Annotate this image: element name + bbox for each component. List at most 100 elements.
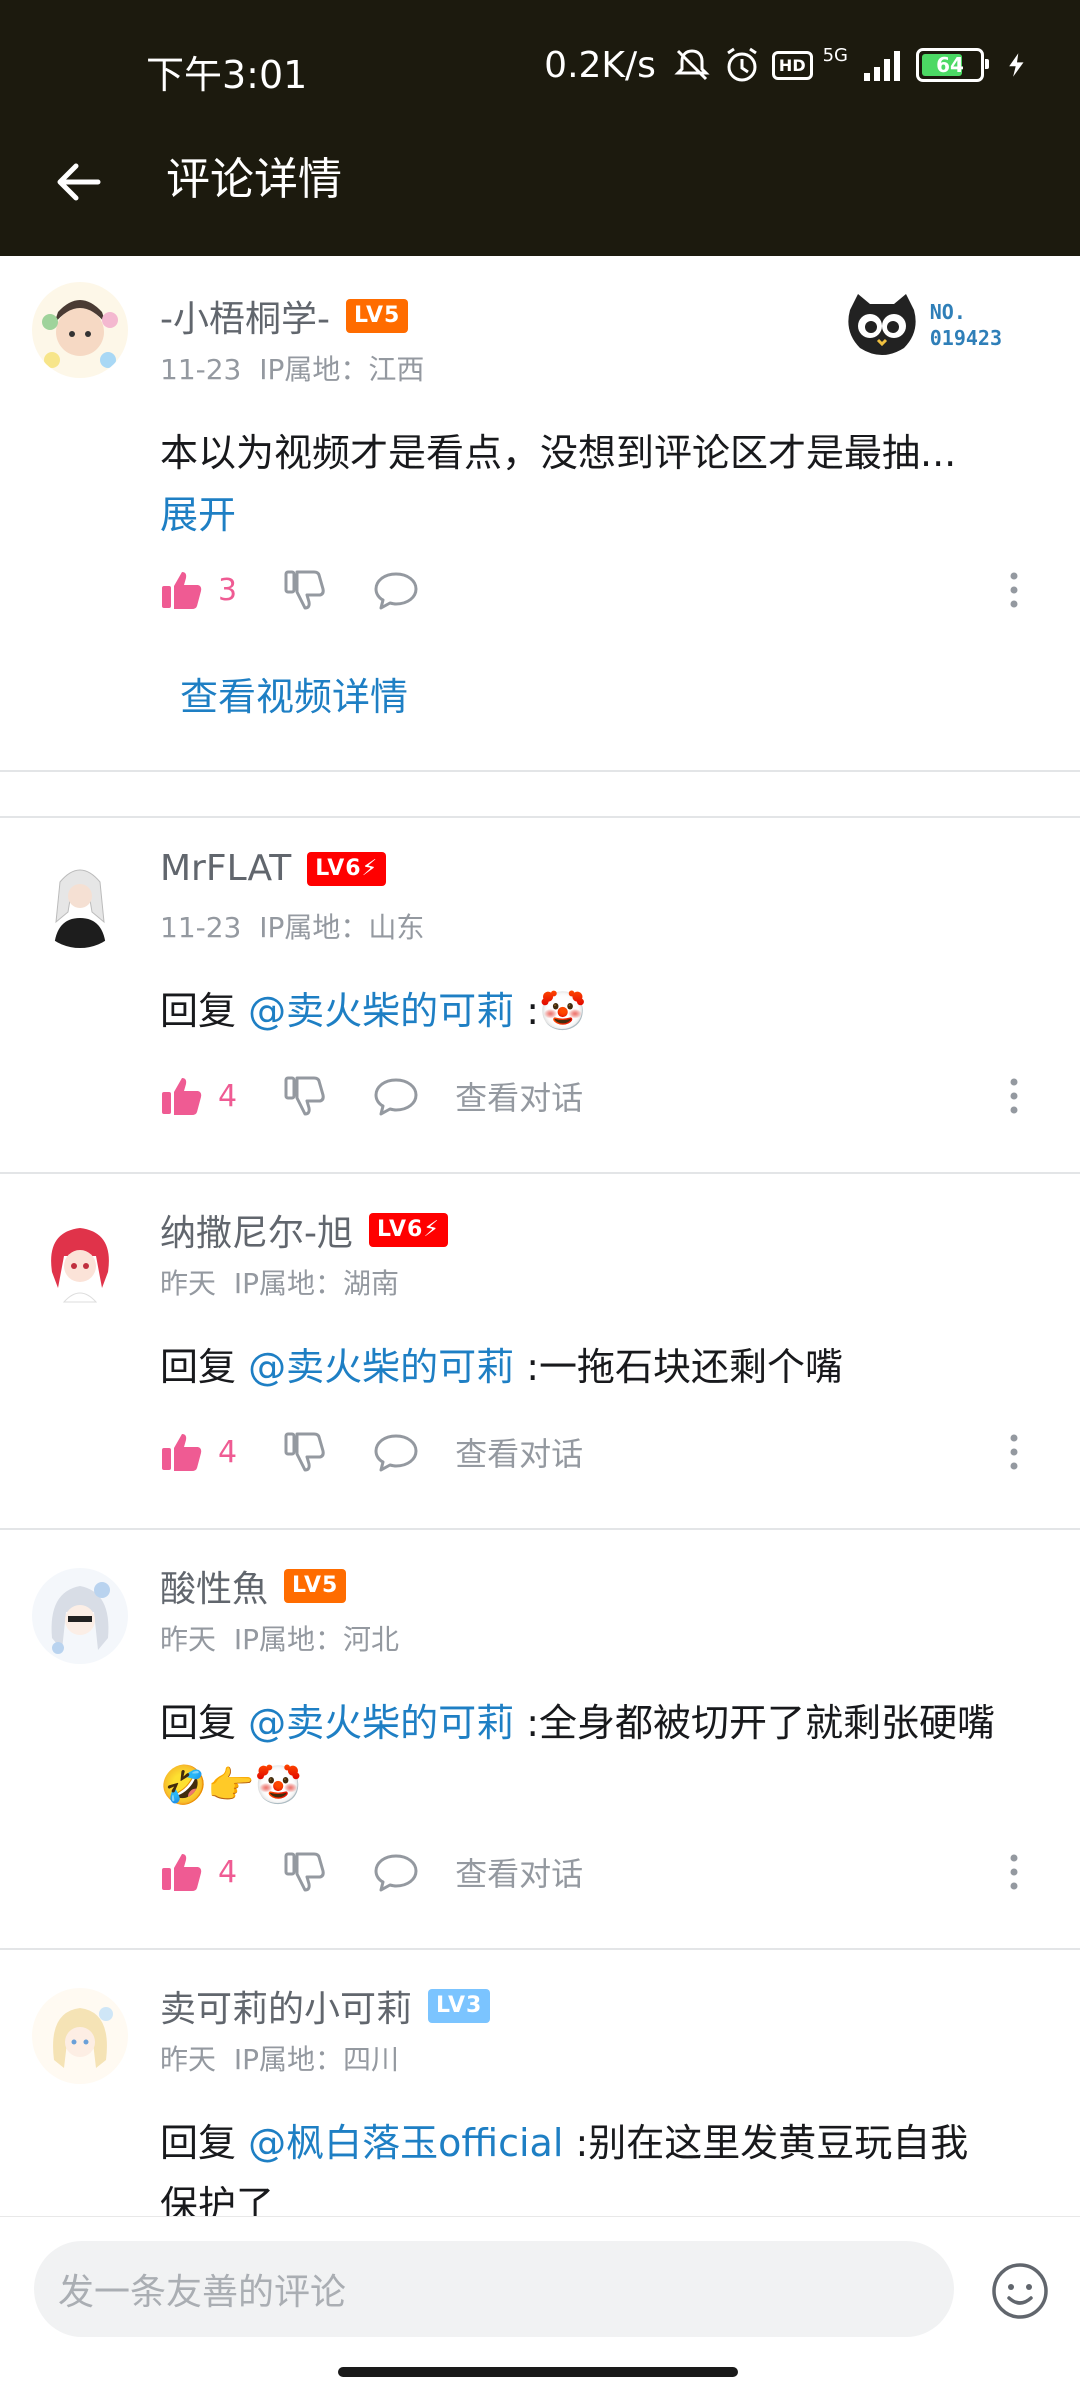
thumbs-up-icon [162, 1854, 202, 1891]
dislike-button[interactable] [283, 1430, 327, 1474]
reply-prefix: 回复 [160, 2121, 237, 2165]
thumbs-up-icon [162, 572, 202, 609]
home-indicator[interactable] [338, 2367, 738, 2377]
more-options-icon[interactable] [1004, 1076, 1024, 1116]
chat-bubble-icon [374, 1078, 418, 1116]
like-count: 4 [218, 1078, 238, 1114]
username[interactable]: 卖可莉的小可莉 [160, 1980, 412, 2032]
thumbs-down-icon [284, 1076, 325, 1116]
reply-prefix: 回复 [160, 989, 237, 1033]
view-conversation-link[interactable]: 查看对话 [455, 1849, 583, 1895]
thumbs-down-icon [284, 570, 325, 610]
comment-meta: 昨天 IP属地：四川 [160, 2038, 399, 2078]
reply-comment: 酸性魚 LV5 昨天 IP属地：河北 回复 @卖火柴的可莉 :全身都被切开了就剩… [0, 1530, 1080, 1950]
reply-button[interactable] [373, 568, 419, 612]
black-cat-badge-icon [848, 294, 916, 355]
dislike-button[interactable] [283, 1850, 327, 1894]
reply-button[interactable] [373, 1850, 419, 1894]
like-button[interactable]: 4 [160, 1850, 237, 1894]
mention-link[interactable]: @卖火柴的可莉 [248, 1701, 514, 1745]
chat-bubble-icon [374, 1854, 418, 1892]
username[interactable]: MrFLAT [160, 848, 291, 889]
comment-content: :🤡 [526, 989, 587, 1033]
comment-content: 本以为视频才是看点，没想到评论区才是最抽... [160, 431, 957, 475]
username[interactable]: -小梧桐学- [160, 290, 330, 342]
reply-comment: 卖可莉的小可莉 LV3 昨天 IP属地：四川 回复 @枫白落玉official … [0, 1950, 1080, 2216]
comment-content: :全身都被切开了就剩张硬嘴 [526, 1701, 996, 1745]
expand-link[interactable]: 展开 [160, 484, 1060, 546]
badge-number: NO. 019423 [929, 300, 1002, 350]
ip-location: IP属地：四川 [233, 2043, 399, 2076]
comment-input[interactable]: 发一条友善的评论 [34, 2241, 954, 2337]
dislike-button[interactable] [283, 568, 327, 612]
back-button[interactable] [46, 150, 110, 214]
reply-button[interactable] [373, 1430, 419, 1474]
mute-bell-icon [674, 49, 710, 81]
level-badge: LV5 [345, 299, 409, 333]
like-button[interactable]: 4 [160, 1074, 237, 1118]
reply-comment: 纳撒尼尔-旭 LV6⚡ 昨天 IP属地：湖南 回复 @卖火柴的可莉 :一拖石块还… [0, 1174, 1080, 1530]
comment-text: 回复 @卖火柴的可莉 :🤡 [160, 980, 1060, 1042]
username[interactable]: 酸性魚 [160, 1560, 268, 1612]
avatar[interactable] [32, 1212, 128, 1308]
username-row: 卖可莉的小可莉 LV3 [160, 1980, 491, 2032]
charging-icon [1009, 53, 1024, 77]
comment-list[interactable]: -小梧桐学- LV5 11-23 IP属地：江西 NO. 019423 本以为视… [0, 256, 1080, 2216]
mention-link[interactable]: @枫白落玉official [248, 2121, 563, 2165]
page-title: 评论详情 [166, 154, 342, 205]
comment-text: 本以为视频才是看点，没想到评论区才是最抽... 展开 [160, 422, 1060, 546]
root-comment: -小梧桐学- LV5 11-23 IP属地：江西 NO. 019423 本以为视… [0, 256, 1080, 772]
thumbs-down-icon [284, 1432, 325, 1472]
mention-link[interactable]: @卖火柴的可莉 [248, 1345, 514, 1389]
view-conversation-link[interactable]: 查看对话 [455, 1073, 583, 1119]
mention-link[interactable]: @卖火柴的可莉 [248, 989, 514, 1033]
reply-comment: MrFLAT LV6⚡ 11-23 IP属地：山东 回复 @卖火柴的可莉 :🤡 … [0, 818, 1080, 1174]
like-count: 4 [218, 1434, 238, 1470]
signal-icon [864, 51, 900, 81]
avatar[interactable] [32, 282, 128, 378]
more-options-icon[interactable] [1004, 570, 1024, 610]
hd-badge: HD [771, 50, 813, 80]
network-type: 5G [822, 44, 848, 66]
username[interactable]: 纳撒尼尔-旭 [160, 1204, 353, 1256]
username-row: 纳撒尼尔-旭 LV6⚡ [160, 1204, 448, 1256]
avatar[interactable] [32, 1568, 128, 1664]
reply-button[interactable] [373, 1074, 419, 1118]
username-row: MrFLAT LV6⚡ [160, 848, 387, 889]
comment-meta: 11-23 IP属地：山东 [160, 906, 424, 946]
avatar[interactable] [32, 852, 128, 948]
battery-level: 64 [936, 53, 964, 77]
comment-text: 回复 @卖火柴的可莉 :一拖石块还剩个嘴 [160, 1336, 1060, 1398]
action-row: 4 查看对话 [160, 1066, 1020, 1126]
comment-date: 11-23 [160, 911, 242, 944]
avatar[interactable] [32, 1988, 128, 2084]
action-row: 4 查看对话 [160, 1842, 1020, 1902]
dislike-button[interactable] [283, 1074, 327, 1118]
view-video-link[interactable]: 查看视频详情 [180, 666, 408, 721]
thumbs-down-icon [284, 1852, 325, 1892]
chat-bubble-icon [374, 1434, 418, 1472]
comment-content: :别在这里发黄豆玩自我 [575, 2121, 969, 2165]
view-conversation-link[interactable]: 查看对话 [455, 1429, 583, 1475]
comment-content: :一拖石块还剩个嘴 [526, 1345, 844, 1389]
comment-date: 11-23 [160, 353, 242, 386]
more-options-icon[interactable] [1004, 1432, 1024, 1472]
username-row: 酸性魚 LV5 [160, 1560, 347, 1612]
comment-text: 回复 @卖火柴的可莉 :全身都被切开了就剩张硬嘴 🤣👉🤡 [160, 1692, 1060, 1816]
comment-text: 回复 @枫白落玉official :别在这里发黄豆玩自我 保护了 [160, 2112, 1060, 2216]
chat-bubble-icon [374, 572, 418, 610]
status-time: 下午3:01 [146, 53, 308, 97]
level-badge: LV5 [284, 1569, 347, 1603]
like-button[interactable]: 3 [160, 568, 237, 612]
status-icons: 0.2K/s HD 5G 64 [544, 40, 1030, 90]
ip-location: IP属地：山东 [259, 911, 425, 944]
emoji-icon[interactable] [990, 2261, 1050, 2321]
more-options-icon[interactable] [1004, 1852, 1024, 1892]
alarm-icon [727, 47, 757, 82]
like-button[interactable]: 4 [160, 1430, 237, 1474]
fan-badge[interactable]: NO. 019423 [844, 292, 1002, 358]
top-bar: 下午3:01 0.2K/s HD 5G 64 评论详情 [0, 0, 1080, 256]
ip-location: IP属地：河北 [233, 1623, 399, 1656]
comment-meta: 昨天 IP属地：河北 [160, 1618, 399, 1658]
username-row: -小梧桐学- LV5 [160, 290, 409, 342]
